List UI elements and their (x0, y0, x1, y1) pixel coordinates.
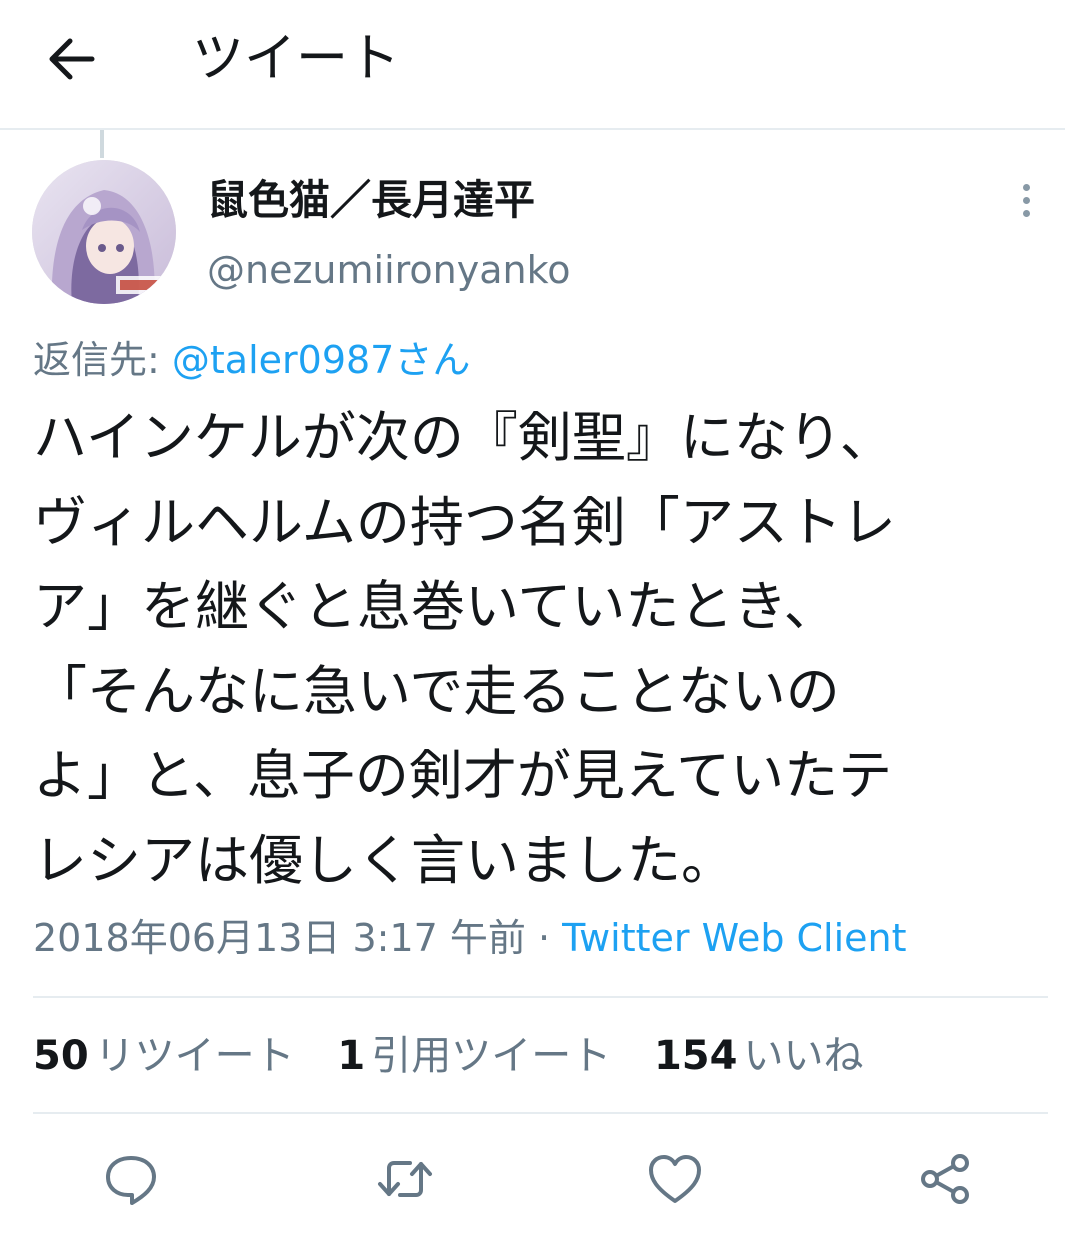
reply-button[interactable] (102, 1150, 160, 1208)
tweet-meta: 2018年06月13日 3:17 午前 · Twitter Web Client (33, 912, 907, 964)
tweet-text-line: よ」と、息子の剣才が見えていたテ (33, 744, 893, 807)
retweet-icon (378, 1161, 432, 1197)
author-handle[interactable]: @nezumiironyanko (207, 242, 571, 298)
reply-context: 返信先: @taler0987さん (33, 334, 470, 386)
tweet-text-line: ハインケルが次の『剣聖』になり、 (33, 406, 894, 469)
thread-connector-line (100, 130, 104, 158)
tweet-timestamp[interactable]: 2018年06月13日 3:17 午前 (33, 916, 526, 960)
retweets-stat[interactable]: 50 リツイート (33, 1028, 295, 1084)
avatar-image (32, 160, 176, 304)
back-button[interactable] (40, 26, 106, 92)
client-link[interactable]: Twitter Web Client (562, 916, 906, 960)
share-icon (921, 1154, 969, 1204)
divider (33, 1112, 1048, 1114)
likes-count: 154 (653, 1033, 738, 1079)
quotes-label: 引用ツイート (371, 1033, 612, 1079)
tweet-text-line: レシアは優しく言いました。 (33, 828, 735, 892)
share-button[interactable] (916, 1150, 974, 1208)
retweets-count: 50 (33, 1033, 89, 1079)
reply-mention-link[interactable]: @taler0987さん (172, 338, 470, 382)
quotes-stat[interactable]: 1 引用ツイート (337, 1028, 611, 1084)
top-bar: ツイート (0, 0, 1065, 128)
tweet-text: ハインケルが次の『剣聖』になり、 ヴィルヘルムの持つ名剣「アストレ ア」を継ぐと… (33, 396, 1023, 903)
header-divider (0, 128, 1065, 130)
quotes-count: 1 (337, 1033, 366, 1079)
back-arrow-icon (49, 38, 95, 80)
likes-label: いいね (743, 1033, 864, 1079)
meta-separator: · (525, 916, 563, 960)
page-title: ツイート (192, 29, 401, 89)
tweet-text-line: ア」を継ぐと息巻いていたとき、 (33, 575, 838, 638)
more-vertical-icon (1022, 184, 1030, 191)
tweet-text-line: ヴィルヘルムの持つ名剣「アストレ (33, 490, 896, 554)
engagement-stats: 50 リツイート 1 引用ツイート 154 いいね (33, 1028, 893, 1084)
author-display-name[interactable]: 鼠色猫／長月達平 (207, 172, 535, 228)
reply-icon (106, 1156, 156, 1205)
reply-prefix: 返信先: (33, 338, 172, 382)
retweet-button[interactable] (376, 1150, 434, 1208)
avatar[interactable] (32, 160, 176, 304)
tweet-detail-screen: ツイート 鼠色猫／長月達平 @nezumiironyanko 返信先: @tal… (0, 0, 1065, 1242)
likes-stat[interactable]: 154 いいね (654, 1028, 864, 1084)
tweet-text-line: 「そんなに急いで走ることないの (33, 659, 840, 723)
more-vertical-icon-dot (1022, 210, 1030, 217)
like-icon (649, 1155, 701, 1203)
divider (33, 996, 1048, 998)
retweets-label: リツイート (94, 1033, 295, 1079)
more-options-button[interactable] (1006, 184, 1046, 224)
like-button[interactable] (646, 1150, 704, 1208)
more-vertical-icon-dot (1022, 197, 1030, 204)
